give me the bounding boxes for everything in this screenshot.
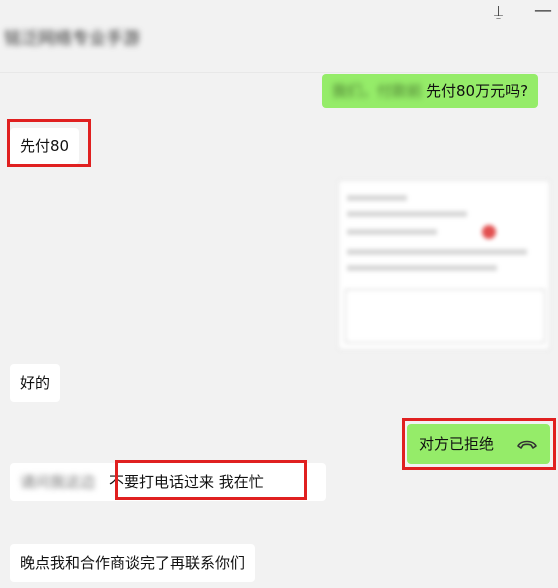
minimize-icon[interactable]: — [534,0,552,21]
outgoing-message[interactable]: 我们，付款前 先付80万元吗? [322,74,539,108]
title-bar: 铭泛网络专业手游 ⍊ — [0,0,558,73]
blurred-text: 请问我这边 [20,473,96,491]
incoming-message[interactable]: 请问我这边 不要打电话过来 我在忙 [10,463,326,501]
chat-title: 铭泛网络专业手游 [4,29,140,49]
incoming-message[interactable]: 晚点我和合作商谈完了再联系你们 [10,544,256,582]
call-record-message[interactable]: 对方已拒绝 [407,424,550,464]
incoming-message[interactable]: 好的 [10,364,61,402]
image-message[interactable] [338,180,550,350]
incoming-message[interactable]: 先付80 [10,128,80,164]
message-text: 不要打电话过来 我在忙 [109,473,264,491]
call-status-text: 对方已拒绝 [419,435,495,453]
chat-message-list[interactable]: 我们，付款前 先付80万元吗? 先付80 好的 对方已拒绝 请问我这边 不要打电话过… [0,72,558,588]
pin-icon[interactable]: ⍊ [494,2,503,20]
blurred-text: 我们，付款前 [332,82,423,100]
phone-hangup-icon [517,440,537,449]
message-text: 先付80万元吗? [426,82,529,100]
